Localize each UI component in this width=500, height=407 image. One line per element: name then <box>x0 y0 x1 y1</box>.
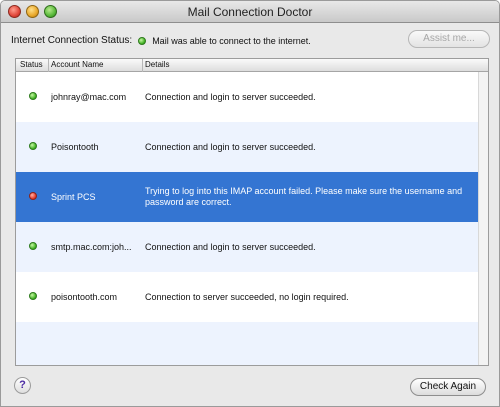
table-row-selected[interactable]: Sprint PCS Trying to log into this IMAP … <box>16 172 488 222</box>
table-row[interactable]: smtp.mac.com:joh... Connection and login… <box>16 222 488 272</box>
mail-connection-doctor-window: Mail Connection Doctor Internet Connecti… <box>0 0 500 407</box>
empty-table-row <box>16 322 488 365</box>
column-divider <box>142 59 143 72</box>
vertical-scrollbar[interactable] <box>478 72 488 365</box>
details-cell: Connection and login to server succeeded… <box>145 92 316 102</box>
column-divider <box>48 59 49 72</box>
internet-status-indicator-icon <box>138 36 147 45</box>
status-ok-icon <box>29 242 37 250</box>
column-header-status[interactable]: Status <box>20 60 43 69</box>
details-cell: Trying to log into this IMAP account fai… <box>145 186 463 207</box>
check-again-button[interactable]: Check Again <box>410 378 486 396</box>
table-header: Status Account Name Details <box>16 59 488 72</box>
assist-me-button[interactable]: Assist me... <box>408 30 490 48</box>
table-row[interactable]: poisontooth.com Connection to server suc… <box>16 272 488 322</box>
status-ok-icon <box>29 292 37 300</box>
accounts-table: Status Account Name Details johnray@mac.… <box>15 58 489 366</box>
internet-connection-status: Internet Connection Status: Mail was abl… <box>11 35 311 46</box>
details-cell: Connection and login to server succeeded… <box>145 242 316 252</box>
account-name-cell: Poisontooth <box>51 142 99 152</box>
account-name-cell: johnray@mac.com <box>51 92 127 102</box>
account-name-cell: smtp.mac.com:joh... <box>51 242 132 252</box>
status-ok-icon <box>29 142 37 150</box>
status-ok-icon <box>29 92 37 100</box>
title-bar: Mail Connection Doctor <box>1 1 499 23</box>
internet-status-label: Internet Connection Status: <box>11 35 133 46</box>
status-failed-icon <box>29 192 37 200</box>
status-cell <box>29 292 37 302</box>
status-cell <box>29 92 37 102</box>
internet-status-message: Mail was able to connect to the internet… <box>152 35 311 46</box>
status-cell <box>29 242 37 252</box>
status-cell <box>29 142 37 152</box>
help-button[interactable]: ? <box>14 377 31 394</box>
account-name-cell: poisontooth.com <box>51 292 118 302</box>
table-row[interactable]: Poisontooth Connection and login to serv… <box>16 122 488 172</box>
column-header-details[interactable]: Details <box>145 60 169 69</box>
account-name-cell: Sprint PCS <box>51 192 96 202</box>
details-cell: Connection to server succeeded, no login… <box>145 292 349 302</box>
table-row[interactable]: johnray@mac.com Connection and login to … <box>16 72 488 122</box>
details-cell: Connection and login to server succeeded… <box>145 142 316 152</box>
status-cell <box>29 192 37 202</box>
column-header-account-name[interactable]: Account Name <box>51 60 103 69</box>
window-title: Mail Connection Doctor <box>187 5 313 19</box>
